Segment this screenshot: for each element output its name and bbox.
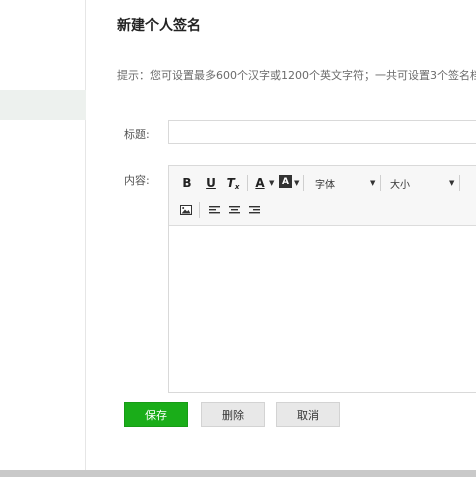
rich-text-editor[interactable]: B U T x A ▼ A ▼ 字体 ▼ 大小 ▼: [168, 165, 476, 393]
editor-content-area[interactable]: [169, 227, 476, 393]
cancel-button[interactable]: 取消: [276, 402, 340, 427]
toolbar-separator: [380, 175, 381, 191]
chevron-down-icon: ▼: [269, 179, 275, 187]
image-icon: [180, 205, 192, 215]
font-color-button[interactable]: A: [253, 174, 267, 192]
clear-format-x-icon: x: [234, 183, 240, 191]
title-input[interactable]: [168, 120, 476, 144]
save-button[interactable]: 保存: [124, 402, 188, 427]
align-left-button[interactable]: [207, 201, 221, 219]
page-title: 新建个人签名: [117, 18, 201, 34]
hint-text: 提示：您可设置最多600个汉字或1200个英文字符；一共可设置3个签名档: [117, 69, 476, 82]
toolbar-separator: [199, 202, 200, 218]
align-right-icon: [248, 206, 260, 214]
font-family-select[interactable]: 字体: [315, 174, 375, 192]
toolbar-separator: [303, 175, 304, 191]
font-size-value: 大小: [390, 179, 410, 191]
chevron-down-icon: ▼: [370, 179, 376, 187]
underline-button[interactable]: U: [203, 174, 219, 192]
sidebar-selected-item[interactable]: [0, 90, 86, 120]
bold-button[interactable]: B: [179, 174, 195, 192]
font-size-select[interactable]: 大小: [390, 174, 450, 192]
horizontal-scrollbar[interactable]: [0, 470, 476, 477]
align-center-button[interactable]: [227, 201, 241, 219]
chevron-down-icon: ▼: [294, 179, 300, 187]
toolbar-separator: [459, 175, 460, 191]
content-label: 内容:: [124, 174, 150, 187]
font-family-value: 字体: [315, 179, 335, 191]
delete-button[interactable]: 删除: [201, 402, 265, 427]
chevron-down-icon: ▼: [449, 179, 455, 187]
align-center-icon: [228, 206, 240, 214]
align-left-icon: [208, 206, 220, 214]
clear-format-button[interactable]: T x: [225, 174, 241, 192]
clear-format-icon: T: [226, 176, 235, 190]
align-right-button[interactable]: [247, 201, 261, 219]
editor-toolbar: B U T x A ▼ A ▼ 字体 ▼ 大小 ▼: [169, 166, 476, 226]
toolbar-separator: [247, 175, 248, 191]
title-label: 标题:: [124, 128, 150, 141]
insert-image-button[interactable]: [179, 201, 193, 219]
sidebar: [0, 0, 86, 470]
highlight-color-button[interactable]: A: [279, 175, 292, 188]
